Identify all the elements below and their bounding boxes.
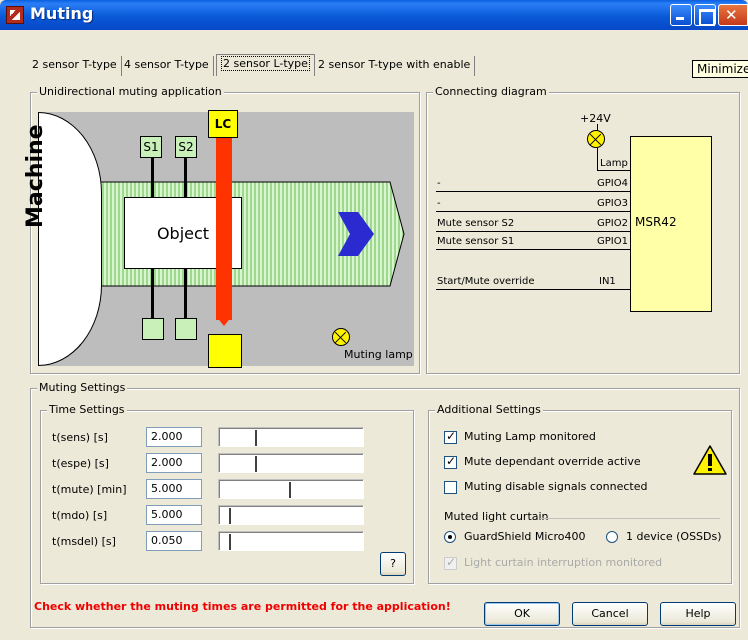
time-value-field[interactable]: 5.000 bbox=[146, 505, 202, 525]
time-row-label: t(msdel) [s] bbox=[52, 535, 116, 548]
tab-2-sensor-t-type[interactable]: 2 sensor T-type bbox=[28, 56, 122, 76]
lamp-pin-label: Lamp bbox=[600, 158, 628, 169]
tab-label: 2 sensor L-type bbox=[221, 56, 310, 71]
line-in1 bbox=[436, 289, 630, 290]
check-label: Mute dependant override active bbox=[464, 455, 641, 468]
warning-icon bbox=[693, 445, 727, 475]
time-slider[interactable] bbox=[218, 453, 364, 473]
time-slider[interactable] bbox=[218, 479, 364, 499]
light-curtain-emitter: LC bbox=[208, 110, 238, 138]
check-label: Muting Lamp monitored bbox=[464, 430, 596, 443]
maximize-button[interactable] bbox=[694, 4, 716, 26]
signal-gpio3: - bbox=[437, 198, 441, 209]
window-title: Muting bbox=[30, 4, 94, 23]
additional-settings-group-label: Additional Settings bbox=[435, 403, 543, 416]
time-value-field[interactable]: 5.000 bbox=[146, 479, 202, 499]
radio-button[interactable] bbox=[606, 531, 618, 543]
signal-in1: Start/Mute override bbox=[437, 276, 535, 287]
checkbox[interactable] bbox=[444, 481, 457, 494]
sensor-s1-wire-top bbox=[151, 158, 154, 198]
time-settings-group-label: Time Settings bbox=[47, 403, 127, 416]
time-value-field[interactable]: 2.000 bbox=[146, 427, 202, 447]
slider-thumb[interactable] bbox=[248, 430, 257, 446]
muting-lamp-label: Muting lamp bbox=[344, 348, 413, 361]
tab-2-sensor-l-type[interactable]: 2 sensor L-type bbox=[216, 54, 315, 76]
close-button[interactable] bbox=[718, 4, 748, 26]
application-group-label: Unidirectional muting application bbox=[37, 85, 224, 98]
permitted-times-warning: Check whether the muting times are permi… bbox=[34, 600, 451, 613]
time-row-label: t(mute) [min] bbox=[52, 483, 127, 496]
slider-thumb[interactable] bbox=[222, 534, 231, 550]
minimize-button[interactable] bbox=[670, 4, 692, 26]
pin-gpio3: GPIO3 bbox=[597, 198, 628, 209]
lamp-wire bbox=[597, 148, 598, 170]
sensor-s1: S1 bbox=[140, 136, 162, 158]
time-slider[interactable] bbox=[218, 505, 364, 525]
section-divider bbox=[540, 518, 720, 519]
signal-gpio2: Mute sensor S2 bbox=[437, 218, 515, 229]
lamp-icon bbox=[587, 130, 605, 148]
title-bar[interactable]: Muting bbox=[0, 0, 748, 30]
time-row-label: t(sens) [s] bbox=[52, 431, 108, 444]
help-question-button[interactable]: ? bbox=[380, 552, 406, 576]
pin-gpio1: GPIO1 bbox=[597, 236, 628, 247]
time-slider[interactable] bbox=[218, 531, 364, 551]
app-icon bbox=[6, 6, 24, 24]
time-row-label: t(espe) [s] bbox=[52, 457, 109, 470]
line-gpio4 bbox=[436, 191, 630, 192]
minimize-tooltip: Minimize bbox=[692, 60, 748, 78]
lamp-line bbox=[597, 170, 630, 171]
cancel-button[interactable]: Cancel bbox=[572, 602, 648, 626]
ok-button[interactable]: OK bbox=[484, 602, 560, 626]
tab-2-sensor-t-type-with-enable[interactable]: 2 sensor T-type with enable bbox=[314, 56, 476, 76]
signal-gpio4: - bbox=[437, 178, 441, 189]
connecting-diagram-group-label: Connecting diagram bbox=[433, 85, 549, 98]
radio-label: GuardShield Micro400 bbox=[464, 530, 586, 543]
light-curtain-beam-tip bbox=[216, 316, 232, 326]
help-button[interactable]: Help bbox=[660, 602, 736, 626]
light-curtain-beam bbox=[216, 138, 232, 320]
checkbox bbox=[444, 555, 457, 570]
light-curtain-receiver bbox=[208, 334, 242, 368]
slider-thumb[interactable] bbox=[222, 508, 231, 524]
tab-4-sensor-t-type[interactable]: 4 sensor T-type bbox=[120, 56, 214, 76]
muting-settings-group-label: Muting Settings bbox=[37, 381, 128, 394]
pin-gpio2: GPIO2 bbox=[597, 218, 628, 229]
sensor-s1-receiver bbox=[142, 318, 164, 340]
line-gpio3 bbox=[436, 211, 630, 212]
supply-label: +24V bbox=[580, 112, 611, 125]
sensor-s2-wire-bottom bbox=[184, 268, 187, 320]
time-row-label: t(mdo) [s] bbox=[52, 509, 108, 522]
device-label: MSR42 bbox=[635, 215, 677, 229]
muted-light-curtain-label: Muted light curtain bbox=[444, 510, 549, 523]
time-value-field[interactable]: 2.000 bbox=[146, 453, 202, 473]
line-gpio1 bbox=[436, 249, 630, 250]
sensor-s1-wire-bottom bbox=[151, 268, 154, 320]
sensor-s2-receiver bbox=[175, 318, 197, 340]
time-value-field[interactable]: 0.050 bbox=[146, 531, 202, 551]
check-label: Light curtain interruption monitored bbox=[464, 556, 663, 569]
checkbox[interactable] bbox=[444, 454, 457, 469]
sensor-s2-wire-top bbox=[184, 158, 187, 198]
time-slider[interactable] bbox=[218, 427, 364, 447]
slider-thumb[interactable] bbox=[248, 456, 257, 472]
sensor-s2: S2 bbox=[175, 136, 197, 158]
radio-button[interactable] bbox=[444, 531, 456, 543]
pin-in1: IN1 bbox=[599, 276, 616, 287]
check-label: Muting disable signals connected bbox=[464, 480, 648, 493]
muting-lamp-icon bbox=[332, 328, 350, 346]
pin-gpio4: GPIO4 bbox=[597, 178, 628, 189]
line-gpio2 bbox=[436, 231, 630, 232]
radio-label: 1 device (OSSDs) bbox=[626, 530, 722, 543]
slider-thumb[interactable] bbox=[282, 482, 291, 498]
signal-gpio1: Mute sensor S1 bbox=[437, 236, 515, 247]
checkbox[interactable] bbox=[444, 429, 457, 444]
machine-label: Machine bbox=[23, 124, 48, 228]
msr42-device: MSR42 bbox=[630, 136, 712, 312]
